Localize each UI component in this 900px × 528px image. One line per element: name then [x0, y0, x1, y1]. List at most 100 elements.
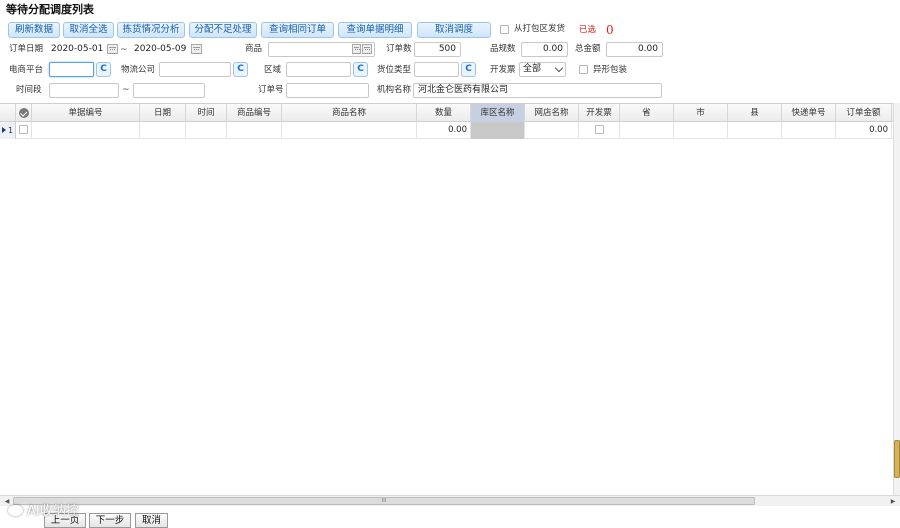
region-label: 区域: [264, 65, 282, 75]
list-icon[interactable]: [362, 44, 372, 54]
cell-city[interactable]: [674, 122, 728, 139]
picking-analysis-button[interactable]: 拣货情况分析: [117, 22, 185, 38]
total-amount-field[interactable]: 0.00: [606, 42, 663, 57]
cell-order-amount[interactable]: 0.00: [836, 122, 892, 139]
watermark-logo-icon: [8, 505, 23, 516]
chevron-down-icon: [554, 63, 564, 73]
order-date-label: 订单日期: [9, 44, 44, 54]
time-range-label: 时间段: [16, 85, 42, 95]
refresh-button[interactable]: 刷新数据: [8, 22, 60, 38]
header-check-all[interactable]: [16, 104, 32, 122]
column-header[interactable]: 商品编号: [227, 104, 282, 122]
cell-area-name[interactable]: [471, 122, 525, 139]
cancel-dispatch-button[interactable]: 取消调度: [417, 22, 491, 38]
insufficient-allocation-button[interactable]: 分配不足处理: [189, 22, 257, 38]
column-header[interactable]: 快递单号: [782, 104, 836, 122]
query-same-order-button[interactable]: 查询相同订单: [261, 22, 334, 38]
column-header[interactable]: 市: [674, 104, 728, 122]
cell-doc-no[interactable]: [32, 122, 140, 139]
cell-invoice[interactable]: [579, 122, 620, 139]
selected-count: 0: [606, 23, 614, 37]
time-to-field[interactable]: [133, 83, 205, 98]
column-header[interactable]: 时间: [186, 104, 227, 122]
cell-quantity[interactable]: 0.00: [417, 122, 471, 139]
ecommerce-field[interactable]: [49, 62, 94, 77]
column-header[interactable]: 单据编号: [32, 104, 140, 122]
cell-county[interactable]: [728, 122, 782, 139]
column-header[interactable]: 数量: [417, 104, 471, 122]
order-count-label: 订单数: [386, 44, 412, 54]
cell-province[interactable]: [620, 122, 674, 139]
header-row-number: [0, 104, 16, 122]
data-grid: 单据编号 日期 时间 商品编号 商品名称 数量 库区名称 网店名称 开发票 省 …: [0, 103, 900, 508]
page-title: 等待分配调度列表: [6, 3, 94, 16]
column-header[interactable]: 网店名称: [525, 104, 579, 122]
cell-date[interactable]: [140, 122, 186, 139]
sku-count-field[interactable]: 0.00: [521, 42, 568, 57]
watermark: AI收纳控: [8, 500, 79, 519]
irregular-pack-checkbox[interactable]: [579, 65, 588, 74]
org-name-field[interactable]: 河北金仑医药有限公司: [413, 83, 662, 98]
date-to-field[interactable]: 2020-05-09: [129, 42, 187, 57]
time-separator: ~: [122, 85, 130, 95]
time-from-field[interactable]: [49, 83, 119, 98]
row-number: 1: [0, 122, 16, 139]
logistics-label: 物流公司: [121, 65, 156, 75]
ecommerce-clear-button[interactable]: C: [96, 62, 111, 77]
cell-express-no[interactable]: [782, 122, 836, 139]
search-icon[interactable]: [352, 44, 361, 54]
column-header[interactable]: 县: [728, 104, 782, 122]
column-header[interactable]: 日期: [140, 104, 186, 122]
ship-from-pack-area-label: 从打包区发货: [514, 24, 566, 34]
deselect-all-button[interactable]: 取消全选: [63, 22, 114, 38]
calendar-icon[interactable]: [107, 44, 118, 54]
check-circle-icon[interactable]: [19, 108, 29, 118]
cell-time[interactable]: [186, 122, 227, 139]
table-row[interactable]: 1 0.00 0.00: [0, 122, 893, 139]
horizontal-scrollbar[interactable]: ◀ III ▶: [0, 495, 900, 506]
watermark-text: AI收纳控: [27, 504, 79, 519]
horizontal-scroll-thumb[interactable]: III: [13, 497, 755, 505]
scroll-right-arrow-icon[interactable]: ▶: [888, 497, 898, 506]
region-field[interactable]: [286, 62, 351, 77]
product-label: 商品: [245, 44, 263, 54]
column-header[interactable]: 商品名称: [282, 104, 417, 122]
cancel-button[interactable]: 取消: [135, 513, 168, 528]
column-header[interactable]: 省: [620, 104, 674, 122]
invoice-selected-value: 全部: [523, 64, 542, 74]
ship-from-pack-area-checkbox[interactable]: [500, 25, 509, 34]
logistics-field[interactable]: [159, 62, 231, 77]
ecommerce-label: 电商平台: [9, 65, 44, 75]
row-checkbox-cell[interactable]: [16, 122, 32, 139]
invoice-select[interactable]: 全部: [519, 62, 566, 77]
date-from-field[interactable]: 2020-05-01: [46, 42, 104, 57]
vertical-scroll-thumb[interactable]: [894, 440, 900, 478]
next-step-button[interactable]: 下一步: [89, 513, 131, 528]
order-no-label: 订单号: [258, 85, 284, 95]
slot-type-clear-button[interactable]: C: [461, 62, 476, 77]
column-header[interactable]: 开发票: [579, 104, 620, 122]
cell-product-name[interactable]: [282, 122, 417, 139]
invoice-checkbox[interactable]: [595, 125, 604, 134]
cell-product-code[interactable]: [227, 122, 282, 139]
order-count-field[interactable]: 500: [414, 42, 461, 57]
column-header[interactable]: 库区名称: [471, 104, 525, 122]
slot-type-field[interactable]: [414, 62, 459, 77]
cell-shop-name[interactable]: [525, 122, 579, 139]
query-document-detail-button[interactable]: 查询单据明细: [338, 22, 412, 38]
vertical-scrollbar[interactable]: [893, 103, 900, 495]
order-no-field[interactable]: [286, 83, 369, 98]
sku-count-label: 品规数: [490, 44, 516, 54]
row-checkbox[interactable]: [19, 125, 28, 134]
column-header[interactable]: 订单金额: [836, 104, 892, 122]
region-clear-button[interactable]: C: [353, 62, 368, 77]
total-amount-label: 总金额: [575, 44, 601, 54]
org-name-label: 机构名称: [377, 85, 412, 95]
logistics-clear-button[interactable]: C: [233, 62, 248, 77]
grid-header: 单据编号 日期 时间 商品编号 商品名称 数量 库区名称 网店名称 开发票 省 …: [0, 104, 893, 122]
selected-label: 已选: [579, 25, 597, 35]
slot-type-label: 货位类型: [377, 65, 412, 75]
current-row-arrow-icon: [2, 127, 6, 133]
calendar-icon[interactable]: [191, 44, 202, 54]
irregular-pack-label: 异形包装: [593, 65, 628, 75]
